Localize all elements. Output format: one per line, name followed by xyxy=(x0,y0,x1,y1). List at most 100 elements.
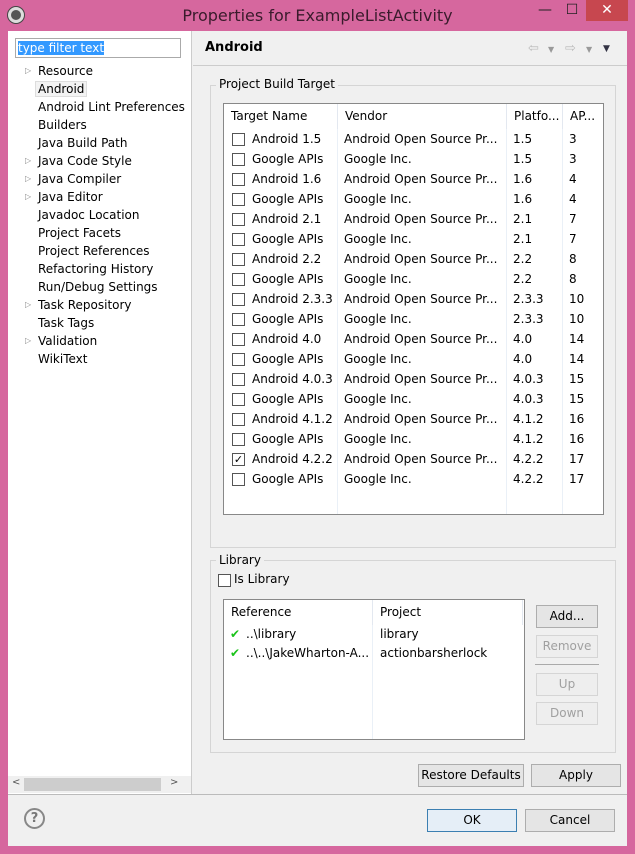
target-checkbox[interactable] xyxy=(232,433,245,446)
column-header[interactable]: Reference xyxy=(224,600,373,625)
help-icon[interactable]: ? xyxy=(24,808,45,829)
back-icon[interactable]: ⇦ xyxy=(528,41,539,56)
tree-item[interactable]: Task Repository xyxy=(38,296,132,314)
apply-button[interactable]: Apply xyxy=(531,764,621,787)
table-row[interactable]: Google APIs Google Inc. 4.2.2 17 xyxy=(224,469,603,489)
cell-api: 14 xyxy=(569,332,585,346)
target-checkbox[interactable] xyxy=(232,233,245,246)
table-row[interactable]: ✔ ..\..\JakeWharton-A... actionbarsherlock xyxy=(224,644,524,663)
forward-menu-icon[interactable]: ▼ xyxy=(586,45,592,54)
cell-api: 17 xyxy=(569,452,585,466)
expand-arrow-icon[interactable]: ▷ xyxy=(25,188,31,206)
table-row[interactable]: Android 2.1 Android Open Source Pr... 2.1 7 xyxy=(224,209,603,229)
minimize-button[interactable]: — xyxy=(532,0,558,21)
tree-item-label: Java Code Style xyxy=(38,154,132,168)
target-checkbox[interactable] xyxy=(232,373,245,386)
tree-item[interactable]: Project References xyxy=(38,242,150,260)
restore-defaults-button[interactable]: Restore Defaults xyxy=(418,764,524,787)
table-row[interactable]: Google APIs Google Inc. 2.3.3 10 xyxy=(224,309,603,329)
target-checkbox[interactable] xyxy=(232,193,245,206)
target-checkbox[interactable] xyxy=(232,173,245,186)
tree-item[interactable]: Java Code Style xyxy=(38,152,132,170)
table-row[interactable]: ✔ ..\library library xyxy=(224,625,524,644)
target-checkbox[interactable] xyxy=(232,213,245,226)
table-row[interactable]: Android 2.3.3 Android Open Source Pr... 2.… xyxy=(224,289,603,309)
table-row[interactable]: Google APIs Google Inc. 1.5 3 xyxy=(224,149,603,169)
tree-item[interactable]: Android xyxy=(34,80,88,98)
column-header[interactable]: Target Name xyxy=(224,104,338,129)
table-row[interactable]: Android 4.0 Android Open Source Pr... 4.0 1… xyxy=(224,329,603,349)
expand-arrow-icon[interactable]: ▷ xyxy=(25,62,31,80)
tree-item[interactable]: Resource xyxy=(38,62,93,80)
target-checkbox[interactable] xyxy=(232,153,245,166)
target-checkbox[interactable] xyxy=(232,253,245,266)
table-row[interactable]: Android 1.5 Android Open Source Pr... 1.5 3 xyxy=(224,129,603,149)
cell-api: 7 xyxy=(569,212,577,226)
tree-item[interactable]: Validation xyxy=(38,332,97,350)
cell-api: 3 xyxy=(569,132,577,146)
target-checkbox[interactable] xyxy=(232,393,245,406)
expand-arrow-icon[interactable]: ▷ xyxy=(25,332,31,350)
tree-item[interactable]: Task Tags xyxy=(38,314,94,332)
view-menu-icon[interactable]: ▼ xyxy=(603,44,610,54)
tree-item[interactable]: Java Compiler xyxy=(38,170,121,188)
expand-arrow-icon[interactable]: ▷ xyxy=(25,296,31,314)
tree-item[interactable]: Run/Debug Settings xyxy=(38,278,158,296)
scrollbar-thumb[interactable] xyxy=(24,778,161,791)
target-checkbox[interactable]: ✓ xyxy=(232,453,245,466)
column-header[interactable]: AP... xyxy=(563,104,603,129)
target-checkbox[interactable] xyxy=(232,293,245,306)
cancel-button[interactable]: Cancel xyxy=(525,809,615,832)
tree-item-label: Builders xyxy=(38,118,87,132)
target-checkbox[interactable] xyxy=(232,313,245,326)
tree-item[interactable]: Builders xyxy=(38,116,87,134)
table-row[interactable]: ✓ Android 4.2.2 Android Open Source Pr... 4… xyxy=(224,449,603,469)
expand-arrow-icon[interactable]: ▷ xyxy=(25,170,31,188)
table-row[interactable]: Google APIs Google Inc. 4.0 14 xyxy=(224,349,603,369)
tree-item[interactable]: Javadoc Location xyxy=(38,206,139,224)
scroll-left-icon[interactable]: < xyxy=(12,777,20,788)
ok-button[interactable]: OK xyxy=(427,809,517,832)
table-row[interactable]: Android 4.0.3 Android Open Source Pr... 4.… xyxy=(224,369,603,389)
down-button[interactable]: Down xyxy=(536,702,598,725)
column-header[interactable]: Platfo... xyxy=(507,104,563,129)
is-library-checkbox[interactable] xyxy=(218,574,231,587)
build-target-label: Project Build Target xyxy=(216,77,338,91)
target-checkbox[interactable] xyxy=(232,333,245,346)
build-target-table[interactable]: Target Name Vendor Platfo... AP... Android 1… xyxy=(223,103,604,515)
up-button[interactable]: Up xyxy=(536,673,598,696)
tree-item[interactable]: Java Editor xyxy=(38,188,103,206)
target-checkbox[interactable] xyxy=(232,273,245,286)
cell-api: 4 xyxy=(569,192,577,206)
tree-item[interactable]: Java Build Path xyxy=(38,134,127,152)
table-row[interactable]: Android 2.2 Android Open Source Pr... 2.2 8 xyxy=(224,249,603,269)
tree-item[interactable]: Refactoring History xyxy=(38,260,153,278)
tree-item[interactable]: Android Lint Preferences xyxy=(38,98,185,116)
table-row[interactable]: Google APIs Google Inc. 2.2 8 xyxy=(224,269,603,289)
table-row[interactable]: Android 1.6 Android Open Source Pr... 1.6 4 xyxy=(224,169,603,189)
table-row[interactable]: Google APIs Google Inc. 2.1 7 xyxy=(224,229,603,249)
scroll-right-icon[interactable]: > xyxy=(170,777,178,788)
target-checkbox[interactable] xyxy=(232,413,245,426)
cell-name: Android 4.0 xyxy=(252,332,322,346)
close-button[interactable]: ✕ xyxy=(586,0,628,21)
maximize-button[interactable]: ☐ xyxy=(558,0,586,21)
filter-input[interactable]: type filter text xyxy=(15,38,181,58)
table-row[interactable]: Google APIs Google Inc. 1.6 4 xyxy=(224,189,603,209)
column-header[interactable]: Vendor xyxy=(338,104,507,129)
table-row[interactable]: Google APIs Google Inc. 4.0.3 15 xyxy=(224,389,603,409)
library-table[interactable]: Reference Project ✔ ..\library library ✔ ..\..… xyxy=(223,599,525,740)
column-header[interactable]: Project xyxy=(373,600,523,625)
target-checkbox[interactable] xyxy=(232,353,245,366)
table-row[interactable]: Android 4.1.2 Android Open Source Pr... 4.… xyxy=(224,409,603,429)
target-checkbox[interactable] xyxy=(232,473,245,486)
remove-button[interactable]: Remove xyxy=(536,635,598,658)
back-menu-icon[interactable]: ▼ xyxy=(548,45,554,54)
table-row[interactable]: Google APIs Google Inc. 4.1.2 16 xyxy=(224,429,603,449)
add-button[interactable]: Add... xyxy=(536,605,598,628)
expand-arrow-icon[interactable]: ▷ xyxy=(25,152,31,170)
tree-item[interactable]: WikiText xyxy=(38,350,88,368)
target-checkbox[interactable] xyxy=(232,133,245,146)
forward-icon[interactable]: ⇨ xyxy=(565,41,576,56)
tree-item[interactable]: Project Facets xyxy=(38,224,121,242)
